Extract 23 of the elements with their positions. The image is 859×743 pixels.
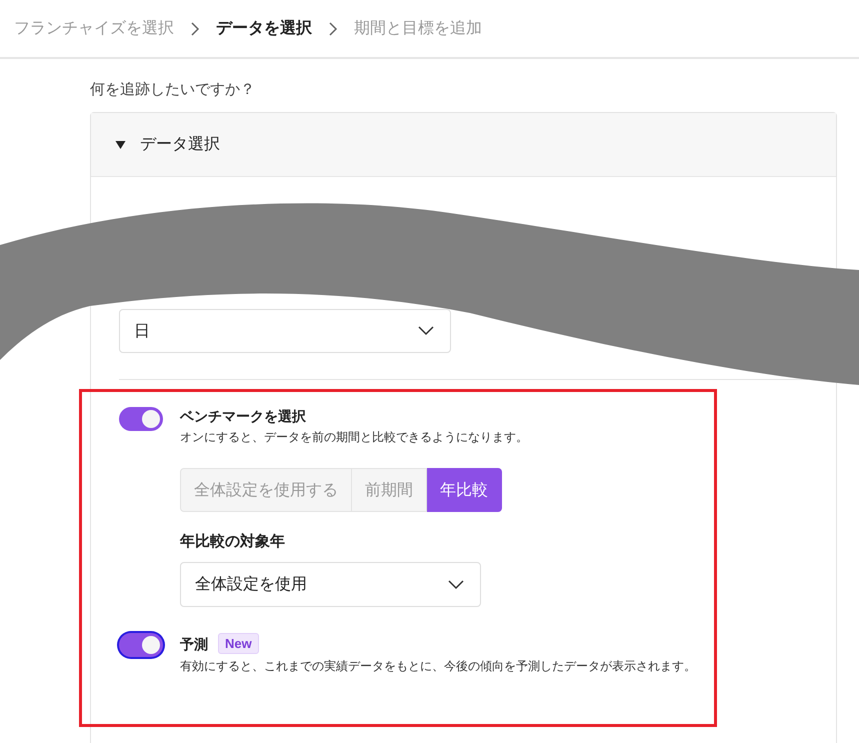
breadcrumb-step[interactable]: データを選択 [216,18,312,39]
question-text: 何を追跡したいですか？ [90,80,256,100]
chevron-down-icon [448,580,464,590]
breadcrumb-step[interactable]: フランチャイズを選択 [14,18,174,39]
forecast-title: 予測 [180,634,208,652]
segment-option[interactable]: 全体設定を使用する [180,468,352,512]
caret-icon [115,140,126,148]
segment-option[interactable]: 前期間 [352,468,427,512]
forecast-description: 有効にすると、これまでの実績データをもとに、今後の傾向を予測したデータが表示されます。 [180,658,696,675]
year-label: 年比較の対象年 [180,532,286,551]
time-select[interactable]: 日 [119,309,451,353]
panel-header[interactable]: データ選択 [91,113,836,177]
year-select[interactable]: 全体設定を使用 [180,562,481,607]
forecast-toggle[interactable] [119,633,163,657]
chevron-right-icon [190,22,200,36]
new-badge: New [218,633,259,654]
benchmark-description: オンにすると、データを前の期間と比較できるようになります。 [180,429,528,446]
chevron-right-icon [328,22,338,36]
breadcrumb-step[interactable]: 期間と目標を追加 [354,18,482,39]
chevron-down-icon [418,326,434,336]
segment-option[interactable]: 年比較 [427,468,502,512]
benchmark-title: ベンチマークを選択 [180,407,307,425]
benchmark-toggle[interactable] [119,407,163,431]
